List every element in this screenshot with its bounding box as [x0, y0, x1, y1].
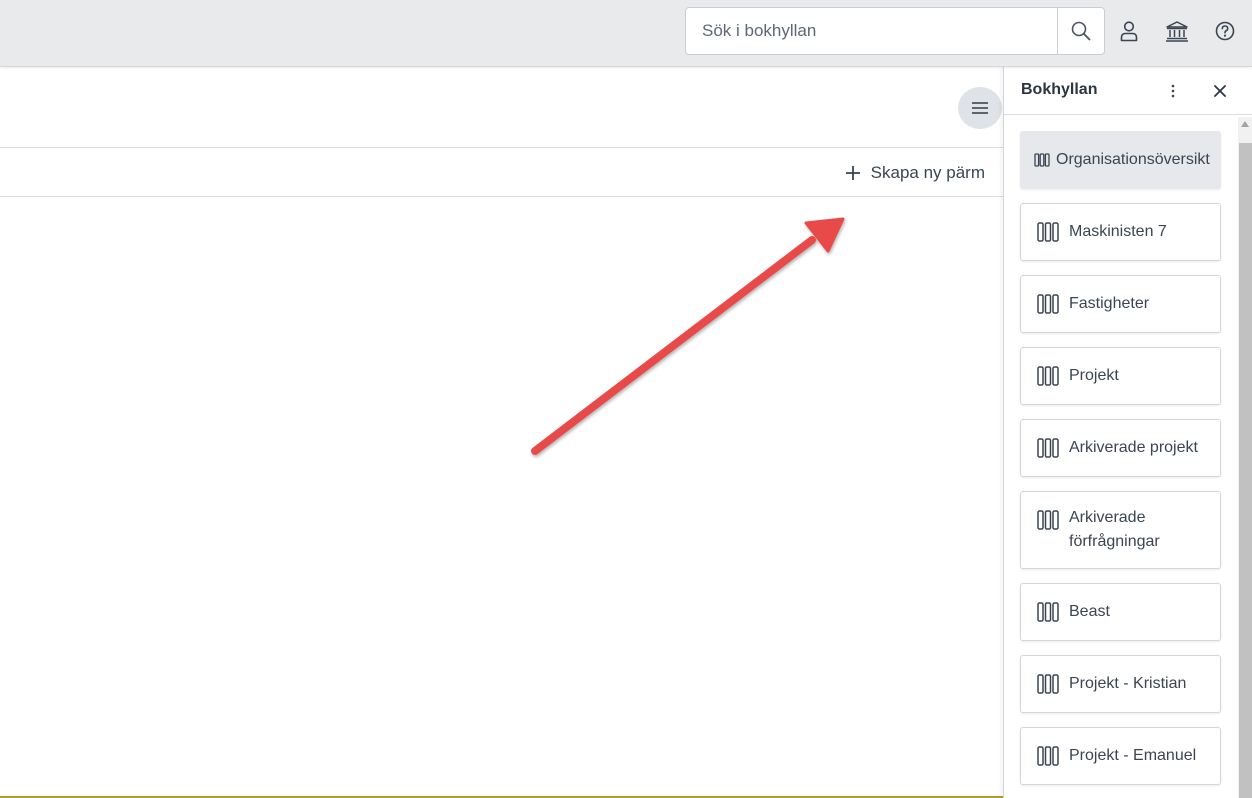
shelf-item-projekt-kristian[interactable]: Projekt - Kristian	[1020, 655, 1221, 713]
panel-scrollbar[interactable]	[1238, 117, 1252, 798]
shelf-item-label: Projekt - Kristian	[1069, 675, 1187, 692]
search-icon	[1071, 21, 1091, 41]
search-box	[685, 7, 1105, 55]
shelf-item-label: Projekt	[1069, 367, 1119, 384]
search-input[interactable]	[686, 8, 1057, 54]
shelf-item-arkiverade-forfragningar[interactable]: Arkiverade förfrågningar	[1020, 491, 1221, 569]
bookshelf-panel: Bokhyllan Organisationsöversikt Maskinis…	[1003, 67, 1252, 798]
panel-more-button[interactable]	[1162, 79, 1184, 103]
panel-title: Bokhyllan	[1021, 81, 1098, 98]
hamburger-menu-icon	[972, 102, 988, 114]
more-vertical-icon	[1171, 84, 1175, 98]
binders-icon	[1037, 438, 1059, 458]
bookshelf-list: Organisationsöversikt Maskinisten 7 Fast…	[1004, 115, 1238, 798]
shelf-item-label: Fastigheter	[1069, 295, 1150, 312]
menu-button[interactable]	[958, 87, 1002, 129]
create-binder-button[interactable]: Skapa ny pärm	[845, 160, 985, 186]
shelf-item-label: Beast	[1069, 603, 1110, 620]
shelf-item-label: Arkiverade förfrågningar	[1069, 509, 1160, 550]
main-content: Skapa ny pärm	[0, 67, 1003, 798]
shelf-item-fastigheter[interactable]: Fastigheter	[1020, 275, 1221, 333]
action-row: Skapa ny pärm	[0, 148, 1003, 197]
organization-button[interactable]	[1164, 18, 1190, 44]
plus-icon	[845, 166, 860, 180]
help-button[interactable]	[1212, 18, 1238, 44]
binders-icon	[1037, 294, 1059, 314]
panel-close-button[interactable]	[1209, 79, 1231, 103]
user-button[interactable]	[1116, 18, 1142, 44]
help-icon	[1215, 21, 1235, 41]
close-icon	[1214, 85, 1226, 97]
binders-icon	[1037, 602, 1059, 622]
shelf-item-label: Projekt - Emanuel	[1069, 747, 1197, 764]
scroll-thumb[interactable]	[1239, 143, 1252, 798]
main-toolbar	[0, 67, 1003, 148]
bank-icon	[1166, 21, 1188, 42]
binders-icon	[1037, 222, 1059, 242]
shelf-item-label: Organisationsöversikt	[1056, 151, 1210, 168]
create-binder-label: Skapa ny pärm	[870, 163, 985, 182]
top-bar	[0, 0, 1252, 67]
binders-icon	[1034, 153, 1050, 167]
user-icon	[1120, 21, 1138, 42]
shelf-item-projekt[interactable]: Projekt	[1020, 347, 1221, 405]
shelf-item-beast[interactable]: Beast	[1020, 583, 1221, 641]
shelf-item-projekt-emanuel[interactable]: Projekt - Emanuel	[1020, 727, 1221, 785]
panel-header: Bokhyllan	[1004, 67, 1252, 115]
shelf-item-organisationsoversikt[interactable]: Organisationsöversikt	[1020, 131, 1221, 189]
binders-icon	[1037, 510, 1059, 530]
scroll-up-arrow-icon[interactable]	[1241, 121, 1249, 127]
binders-icon	[1037, 366, 1059, 386]
shelf-item-arkiverade-projekt[interactable]: Arkiverade projekt	[1020, 419, 1221, 477]
shelf-item-maskinisten-7[interactable]: Maskinisten 7	[1020, 203, 1221, 261]
shelf-item-label: Arkiverade projekt	[1069, 439, 1198, 456]
search-button[interactable]	[1057, 8, 1104, 54]
binders-icon	[1037, 746, 1059, 766]
shelf-item-label: Maskinisten 7	[1069, 223, 1167, 240]
binders-icon	[1037, 674, 1059, 694]
